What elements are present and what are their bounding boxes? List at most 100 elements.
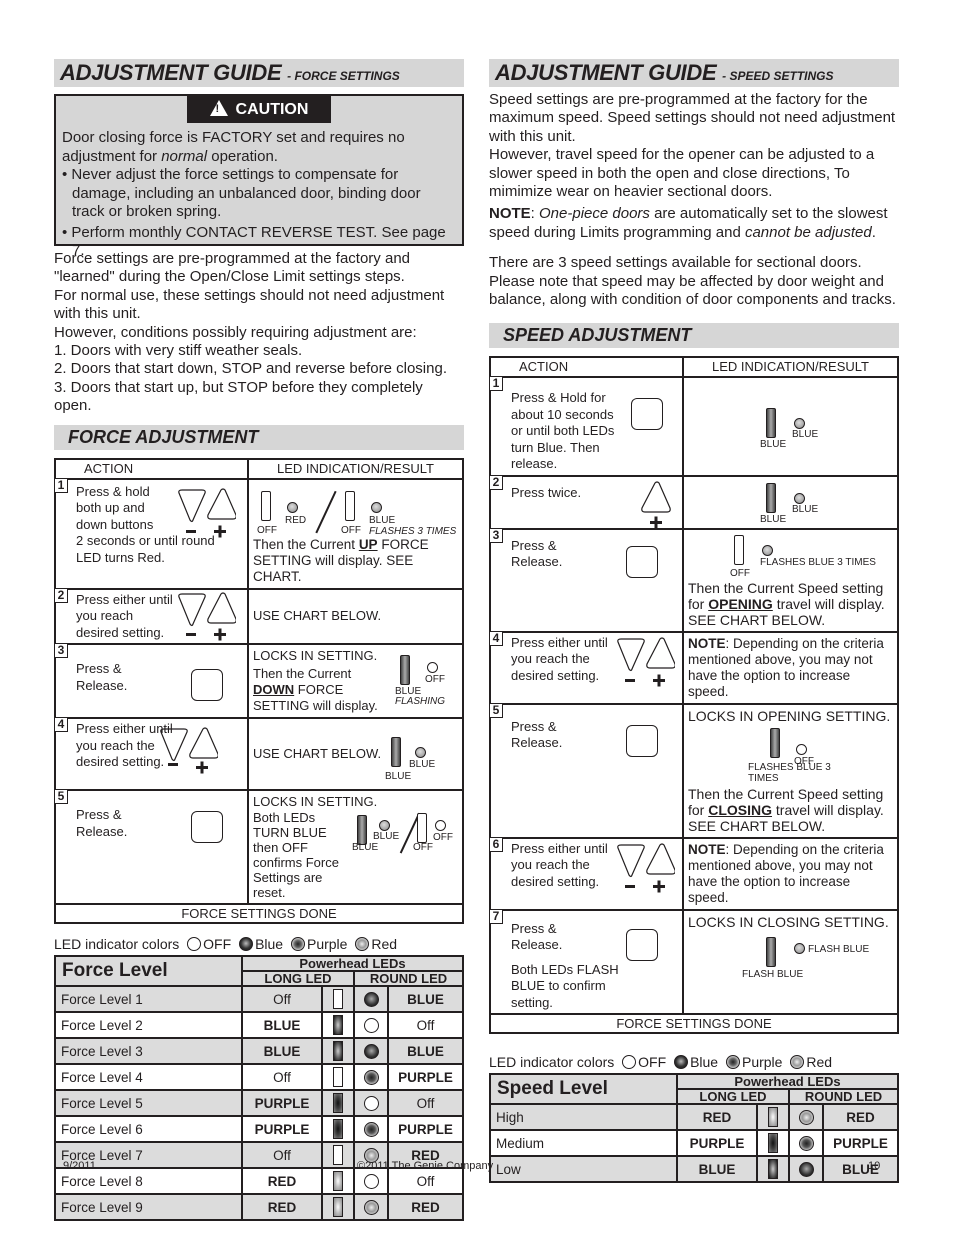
step-result: BLUE BLUE [682, 474, 899, 530]
long-led-off-icon [333, 1145, 343, 1166]
led-purple-icon [290, 937, 305, 952]
step-action-text: Press & Release. [76, 661, 128, 693]
step-result: BLUE BLUE [682, 376, 899, 477]
guide-subtitle: - FORCE SETTINGS [287, 69, 400, 83]
led-label: BLUE [369, 514, 396, 526]
step-row: 4 Press either until you reach the desir… [54, 717, 464, 792]
round-led-value: PURPLE [387, 1063, 464, 1092]
led-icon-cell [321, 985, 355, 1014]
level-name: Force Level 6 [54, 1115, 243, 1144]
led-label: FLASH BLUE [808, 943, 870, 955]
level-name: Force Level 4 [54, 1063, 243, 1092]
legend-label: LED indicator colors [489, 1054, 615, 1071]
led-red-icon [790, 1055, 805, 1070]
long-led-icon [400, 655, 410, 686]
caution-emphasis: normal [161, 147, 208, 165]
level-row: Force Level 1 Off BLUE [54, 985, 464, 1014]
program-button-icon [626, 724, 658, 757]
up-down-buttons-icon [617, 637, 675, 687]
step-row: 1 Press & hold both up and down buttons … [54, 477, 464, 590]
note-label: NOTE [688, 841, 726, 857]
led-indication: OFF FLASHES BLUE 3 TIMES [688, 533, 893, 580]
chart-header-row: Force Level Powerhead LEDs [54, 955, 464, 988]
led-icon-cell [321, 1167, 355, 1196]
step-action: 1 Press & Hold for about 10 seconds or u… [489, 376, 684, 477]
table-header-row: ACTION LED INDICATION/RESULT [489, 356, 899, 379]
led-label: BLUE [409, 759, 436, 771]
step-row: 4 Press either until you reach the desir… [489, 630, 899, 705]
long-led-value: PURPLE [676, 1129, 758, 1158]
force-intro: Force settings are pre-programmed at the… [54, 250, 464, 416]
long-led-icon [734, 534, 744, 565]
step-action-text: Press & hold both up and down buttons [76, 483, 154, 532]
round-led-purple-icon [798, 1136, 814, 1152]
condition-item: 2. Doors that start down, STOP and rever… [54, 360, 447, 378]
step-number: 2 [489, 474, 503, 490]
intro-paragraph: There are 3 speed settings available for… [489, 254, 896, 309]
long-led-purple-icon [768, 1133, 778, 1154]
result-heading: LOCKS IN SETTING. [253, 794, 378, 810]
action-header: ACTION [54, 457, 249, 480]
chart-title: Speed Level [489, 1073, 678, 1106]
long-led-value: BLUE [241, 1037, 323, 1066]
long-led-value: PURPLE [241, 1089, 323, 1118]
legend-red: Red [371, 936, 398, 953]
step-result: OFF FLASHES BLUE 3 TIMES Then the Curren… [682, 527, 899, 633]
long-led-value: BLUE [241, 1011, 323, 1040]
result-text: Both LEDs TURN BLUE then OFF confirms Fo… [253, 810, 339, 901]
program-button-icon [631, 398, 663, 431]
result-text: USE CHART BELOW. [253, 608, 382, 624]
result-emphasis: DOWN [253, 682, 295, 698]
led-icon-cell [353, 1193, 389, 1222]
done-row: FORCE SETTINGS DONE [489, 1013, 899, 1035]
led-label: BLUE [385, 771, 412, 783]
legend-label: LED indicator colors [54, 936, 180, 953]
long-led-icon [391, 737, 401, 768]
level-name: Force Level 5 [54, 1089, 243, 1118]
round-led-icon [794, 418, 805, 430]
led-label: BLUE [760, 439, 787, 451]
force-level-chart: Force Level Powerhead LEDs LONG LED ROUN… [54, 955, 464, 1222]
step-action: 2 Press twice. [489, 474, 684, 530]
round-led-value: Off [387, 1089, 464, 1118]
round-led-blue-icon [363, 1044, 379, 1060]
force-settings-column: ADJUSTMENT GUIDE - FORCE SETTINGS CAUTIO… [54, 59, 464, 1222]
chart-title: Force Level [54, 955, 243, 988]
round-led-icon [762, 544, 773, 556]
step-number: 1 [489, 376, 503, 392]
round-led-icon [427, 662, 438, 674]
step-action-text: Press & Release. [76, 807, 128, 839]
legend-blue: Blue [255, 936, 284, 953]
force-adjustment-heading: FORCE ADJUSTMENT [54, 424, 464, 450]
led-indication: OFF FLASHES BLUE 3 TIMES [688, 724, 893, 786]
step-action: 1 Press & hold both up and down buttons … [54, 477, 249, 590]
led-label: BLUE [373, 831, 400, 843]
result-emphasis: UP [358, 536, 378, 552]
step-action: 5 Press & Release. [54, 789, 249, 906]
step-action: 3 Press & Release. [54, 643, 249, 720]
step-action-text: Press & Release. [511, 718, 563, 751]
note-emphasis: One-piece doors [539, 205, 650, 223]
step-number: 6 [489, 836, 503, 852]
up-button-icon [641, 481, 671, 529]
result-emphasis: OPENING [708, 595, 773, 612]
program-button-icon [191, 669, 223, 702]
long-led-icon [766, 936, 776, 967]
done-text: FORCE SETTINGS DONE [54, 903, 464, 925]
led-icon-cell [321, 1089, 355, 1118]
result-heading: LOCKS IN OPENING SETTING. [688, 707, 891, 724]
round-led-purple-icon [363, 1122, 379, 1138]
led-blue-icon [674, 1055, 689, 1070]
done-text: FORCE SETTINGS DONE [489, 1013, 899, 1035]
step-action: 3 Press & Release. [489, 527, 684, 633]
led-icon-cell [353, 1011, 389, 1040]
legend-off: OFF [203, 936, 232, 953]
round-led-value: Off [387, 1011, 464, 1040]
led-label: OFF [341, 524, 361, 536]
guide-title-text: ADJUSTMENT GUIDE [495, 60, 717, 85]
action-header: ACTION [489, 356, 684, 379]
caution-line-end: operation. [207, 147, 278, 165]
step-number: 3 [54, 643, 68, 659]
led-icon-cell [353, 985, 389, 1014]
led-icon-cell [756, 1103, 790, 1132]
